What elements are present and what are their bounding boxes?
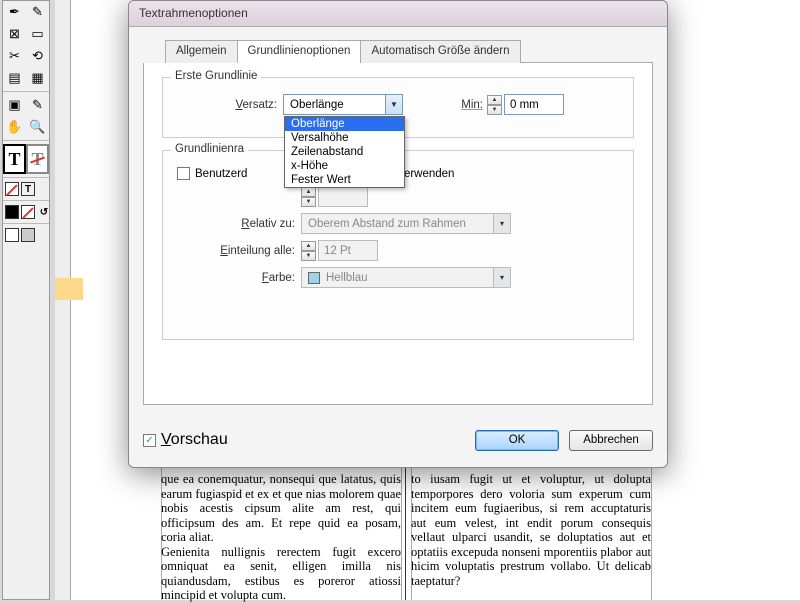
baseline-options-panel: Erste Grundlinie Versatz: Oberlänge ▼ Ob… — [143, 63, 653, 405]
spinner-down-icon: ▼ — [301, 251, 316, 261]
tab-auto-size[interactable]: Automatisch Größe ändern — [360, 40, 520, 63]
body-text-right: to iusam fugit ut et voluptur, ut dolupt… — [411, 472, 651, 588]
spinner-up-icon: ▲ — [301, 187, 316, 197]
spinner-down-icon[interactable]: ▼ — [487, 105, 502, 115]
min-input[interactable] — [504, 94, 564, 115]
offset-option-xhoehe[interactable]: x-Höhe — [285, 159, 404, 173]
chevron-down-icon: ▼ — [385, 95, 402, 114]
offset-option-zeilenabstand[interactable]: Zeilenabstand — [285, 145, 404, 159]
tool-palette: ✒ ✎ ⊠ ▭ ✂ ⟲ ▤ ▦ ▣ ✎ ✋ 🔍 T T T ↺ — [2, 0, 50, 600]
start-spinner: ▲ ▼ — [301, 187, 316, 207]
dialog-footer: Vorschau OK Abbrechen — [143, 427, 653, 453]
transform-tool-icon[interactable]: ⟲ — [26, 45, 49, 67]
offset-dropdown[interactable]: Oberlänge ▼ Oberlänge Versalhöhe Zeilena… — [283, 94, 403, 115]
gradient-feather-icon[interactable]: ▦ — [26, 67, 49, 89]
first-baseline-group: Erste Grundlinie Versatz: Oberlänge ▼ Ob… — [162, 77, 634, 138]
relative-to-value: Oberem Abstand zum Rahmen — [302, 218, 493, 230]
scissors-tool-icon[interactable]: ✂ — [3, 45, 26, 67]
relative-to-label: Relativ zu: — [177, 218, 295, 230]
pencil-tool-icon[interactable]: ✎ — [26, 1, 49, 23]
baseline-grid-title: Grundlinienra — [171, 143, 248, 155]
cancel-button[interactable]: Abbrechen — [569, 430, 653, 451]
color-swatch-icon — [308, 272, 320, 284]
default-fill-stroke-icon[interactable]: ↺ — [37, 205, 51, 219]
fill-swatch-icon[interactable] — [5, 205, 19, 219]
offset-label: Versatz: — [177, 99, 277, 111]
relative-to-dropdown: Oberem Abstand zum Rahmen ▾ — [301, 213, 511, 234]
spinner-down-icon: ▼ — [301, 197, 316, 207]
note-tool-icon[interactable]: ▣ — [3, 94, 26, 116]
stroke-swatch-icon[interactable] — [21, 205, 35, 219]
min-spinner[interactable]: ▲ ▼ — [487, 95, 502, 115]
offset-value: Oberlänge — [284, 99, 385, 111]
pen-tool-icon[interactable]: ✒ — [3, 1, 26, 23]
start-input — [318, 186, 368, 207]
hand-tool-icon[interactable]: ✋ — [3, 116, 26, 138]
screen-mode-preview-icon[interactable] — [21, 228, 35, 242]
spinner-up-icon[interactable]: ▲ — [487, 95, 502, 105]
color-value: Hellblau — [320, 272, 493, 284]
spinner-up-icon: ▲ — [301, 241, 316, 251]
body-text-left: que ea conemquatur, nonsequi que latatus… — [161, 472, 401, 603]
zoom-tool-icon[interactable]: 🔍 — [26, 116, 49, 138]
chevron-down-icon: ▾ — [493, 268, 510, 287]
formatting-text-icon[interactable]: T — [21, 182, 35, 196]
offset-option-oberlaenge[interactable]: Oberlänge — [285, 117, 404, 131]
rectangle-tool-icon[interactable]: ▭ — [26, 23, 49, 45]
dialog-titlebar[interactable]: Textrahmenoptionen — [129, 1, 667, 27]
apply-none-icon[interactable] — [5, 182, 19, 196]
offset-dropdown-list: Oberlänge Versalhöhe Zeilenabstand x-Höh… — [284, 116, 405, 188]
type-on-path-icon[interactable]: T — [26, 144, 49, 174]
gradient-tool-icon[interactable]: ▤ — [3, 67, 26, 89]
text-frame-options-dialog: Textrahmenoptionen Allgemein Grundlinien… — [128, 0, 668, 468]
type-tool-icon[interactable]: T — [3, 144, 26, 174]
increment-input — [318, 240, 378, 261]
offset-option-versalhoehe[interactable]: Versalhöhe — [285, 131, 404, 145]
chevron-down-icon: ▾ — [493, 214, 510, 233]
min-label: Min: — [453, 99, 483, 111]
dialog-title: Textrahmenoptionen — [139, 6, 248, 20]
tab-baseline-options[interactable]: Grundlinienoptionen — [237, 40, 362, 63]
color-label: Farbe: — [177, 272, 295, 284]
custom-grid-checkbox[interactable] — [177, 167, 190, 180]
increment-spinner: ▲ ▼ — [301, 241, 316, 261]
preview-checkbox[interactable] — [143, 434, 156, 447]
rectangle-frame-icon[interactable]: ⊠ — [3, 23, 26, 45]
first-baseline-title: Erste Grundlinie — [171, 70, 261, 82]
dialog-tabs: Allgemein Grundlinienoptionen Automatisc… — [165, 39, 653, 63]
screen-mode-normal-icon[interactable] — [5, 228, 19, 242]
tab-general[interactable]: Allgemein — [165, 40, 238, 63]
eyedropper-tool-icon[interactable]: ✎ — [26, 94, 49, 116]
ok-button[interactable]: OK — [475, 430, 559, 451]
color-dropdown: Hellblau ▾ — [301, 267, 511, 288]
vertical-ruler — [55, 0, 71, 600]
preview-label: Vorschau — [161, 431, 228, 449]
increment-label: Einteilung alle: — [177, 245, 295, 257]
offset-option-festerwert[interactable]: Fester Wert — [285, 173, 404, 187]
custom-grid-label-left: Benutzerd — [195, 168, 247, 180]
